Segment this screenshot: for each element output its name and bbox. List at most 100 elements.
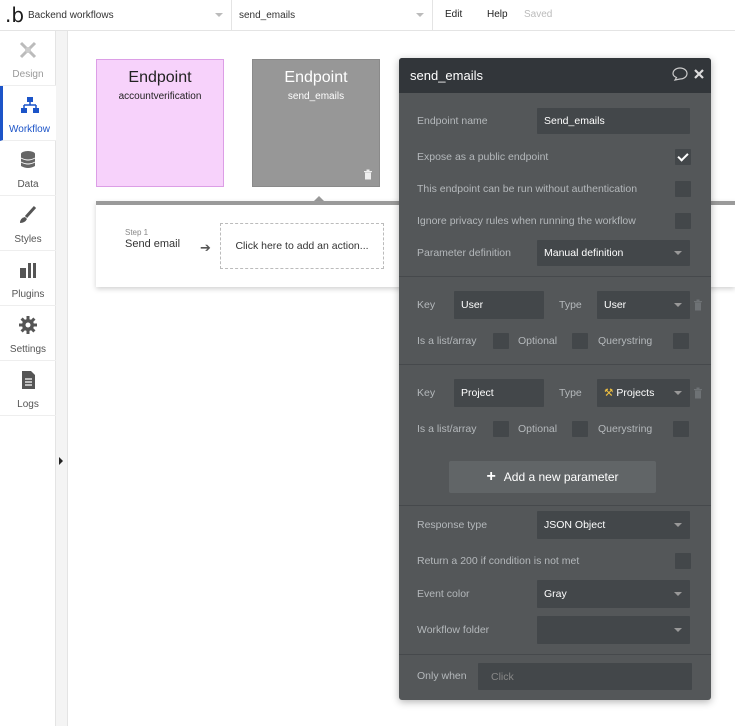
- querystring-checkbox[interactable]: [673, 421, 689, 437]
- event-color-select[interactable]: Gray: [537, 580, 690, 608]
- divider: [399, 364, 711, 365]
- endpoint-card-title: Endpoint: [128, 69, 192, 86]
- optional-checkbox[interactable]: [572, 421, 588, 437]
- panel-header[interactable]: send_emails: [399, 58, 711, 93]
- sidebar-item-label: Settings: [9, 344, 47, 355]
- ignore-privacy-checkbox[interactable]: [675, 213, 691, 229]
- edit-menu[interactable]: Edit: [445, 9, 462, 20]
- sidebar-item-design[interactable]: Design: [0, 31, 56, 86]
- param-key-label: Key: [417, 387, 436, 399]
- only-when-input[interactable]: Click: [478, 663, 692, 690]
- param-type-value: Projects: [616, 387, 655, 399]
- design-icon: [19, 41, 37, 59]
- endpoint-card-send-emails[interactable]: Endpoint send_emails: [252, 59, 380, 187]
- sidebar-item-workflow[interactable]: Workflow: [0, 86, 56, 141]
- gear-icon: [19, 316, 37, 334]
- saved-status: Saved: [524, 9, 553, 20]
- bubble-logo[interactable]: .b: [5, 3, 24, 27]
- response-type-select[interactable]: JSON Object: [537, 511, 690, 539]
- endpoint-card-title: Endpoint: [284, 69, 348, 86]
- arrow-right-icon: ➔: [200, 240, 211, 255]
- close-icon[interactable]: [693, 68, 705, 80]
- chevron-down-icon: [674, 628, 682, 632]
- expose-public-label: Expose as a public endpoint: [417, 151, 549, 163]
- page-select-value: Backend workflows: [28, 10, 114, 21]
- param-key-input[interactable]: Project: [454, 379, 544, 407]
- workflow-icon: [20, 97, 39, 113]
- param-definition-select[interactable]: Manual definition: [537, 240, 690, 266]
- is-list-label: Is a list/array: [417, 423, 477, 435]
- chevron-down-icon: [674, 251, 682, 255]
- endpoint-property-editor: send_emails Endpoint name Send_emails Ex…: [399, 58, 711, 700]
- querystring-label: Querystring: [598, 335, 653, 347]
- plus-icon: +: [486, 468, 496, 485]
- event-color-value: Gray: [544, 588, 567, 600]
- collapse-rail[interactable]: [56, 31, 68, 726]
- step-1-action[interactable]: Send email: [125, 238, 180, 250]
- trash-icon[interactable]: [363, 169, 373, 180]
- sidebar-item-logs[interactable]: Logs: [0, 361, 56, 416]
- divider: [399, 654, 711, 655]
- expose-public-checkbox[interactable]: [675, 149, 691, 165]
- no-auth-label: This endpoint can be run without authent…: [417, 183, 638, 195]
- workflow-folder-label: Workflow folder: [417, 624, 490, 636]
- page-select[interactable]: Backend workflows: [28, 0, 231, 31]
- sidebar-item-label: Logs: [17, 399, 39, 410]
- param-type-label: Type: [559, 387, 582, 399]
- optional-label: Optional: [518, 335, 558, 347]
- ignore-privacy-label: Ignore privacy rules when running the wo…: [417, 215, 636, 227]
- expand-arrow-icon[interactable]: [59, 457, 63, 465]
- no-auth-checkbox[interactable]: [675, 181, 691, 197]
- help-menu[interactable]: Help: [487, 9, 508, 20]
- workflow-folder-select[interactable]: [537, 616, 690, 644]
- response-type-label: Response type: [417, 519, 488, 531]
- sidebar-item-label: Plugins: [11, 289, 45, 300]
- return-200-checkbox[interactable]: [675, 553, 691, 569]
- param-definition-value: Manual definition: [544, 247, 624, 259]
- add-parameter-button[interactable]: + Add a new parameter: [449, 461, 656, 493]
- is-list-checkbox[interactable]: [493, 333, 509, 349]
- chevron-down-icon: [674, 391, 682, 395]
- return-200-label: Return a 200 if condition is not met: [417, 555, 580, 567]
- endpoint-name-input[interactable]: Send_emails: [537, 108, 690, 134]
- param-type-select[interactable]: ⚒ Projects: [597, 379, 690, 407]
- event-color-label: Event color: [417, 588, 470, 600]
- trash-icon[interactable]: [693, 387, 703, 399]
- workflow-select[interactable]: send_emails: [239, 0, 432, 31]
- is-list-checkbox[interactable]: [493, 421, 509, 437]
- param-type-label: Type: [559, 299, 582, 311]
- param-key-input[interactable]: User: [454, 291, 544, 319]
- sidebar-item-label: Styles: [14, 234, 42, 245]
- optional-label: Optional: [518, 423, 558, 435]
- chevron-down-icon: [674, 523, 682, 527]
- chevron-down-icon: [674, 592, 682, 596]
- querystring-label: Querystring: [598, 423, 653, 435]
- sidebar: Design Workflow Data Styles Plugins Sett…: [0, 31, 56, 726]
- chevron-down-icon: [674, 303, 682, 307]
- param-type-select[interactable]: User: [597, 291, 690, 319]
- add-parameter-label: Add a new parameter: [503, 470, 619, 484]
- sidebar-item-data[interactable]: Data: [0, 141, 56, 196]
- trash-icon[interactable]: [693, 299, 703, 311]
- top-bar: .b Backend workflows send_emails Edit He…: [0, 0, 735, 31]
- endpoint-name-label: Endpoint name: [417, 115, 488, 127]
- divider: [231, 0, 232, 31]
- only-when-label: Only when: [417, 670, 467, 682]
- endpoint-card-accountverification[interactable]: Endpoint accountverification: [96, 59, 224, 187]
- param-definition-label: Parameter definition: [417, 247, 511, 259]
- step-number: Step 1: [125, 228, 149, 237]
- sidebar-item-styles[interactable]: Styles: [0, 196, 56, 251]
- sidebar-item-settings[interactable]: Settings: [0, 306, 56, 361]
- document-icon: [22, 371, 35, 389]
- querystring-checkbox[interactable]: [673, 333, 689, 349]
- plugins-icon: [20, 263, 36, 278]
- add-action-button[interactable]: Click here to add an action...: [220, 223, 384, 269]
- param-key-label: Key: [417, 299, 436, 311]
- optional-checkbox[interactable]: [572, 333, 588, 349]
- divider: [399, 276, 711, 277]
- sidebar-item-label: Design: [12, 69, 44, 80]
- projects-icon: ⚒: [604, 387, 614, 399]
- comment-icon[interactable]: [672, 67, 688, 81]
- sidebar-item-label: Data: [17, 179, 39, 190]
- sidebar-item-plugins[interactable]: Plugins: [0, 251, 56, 306]
